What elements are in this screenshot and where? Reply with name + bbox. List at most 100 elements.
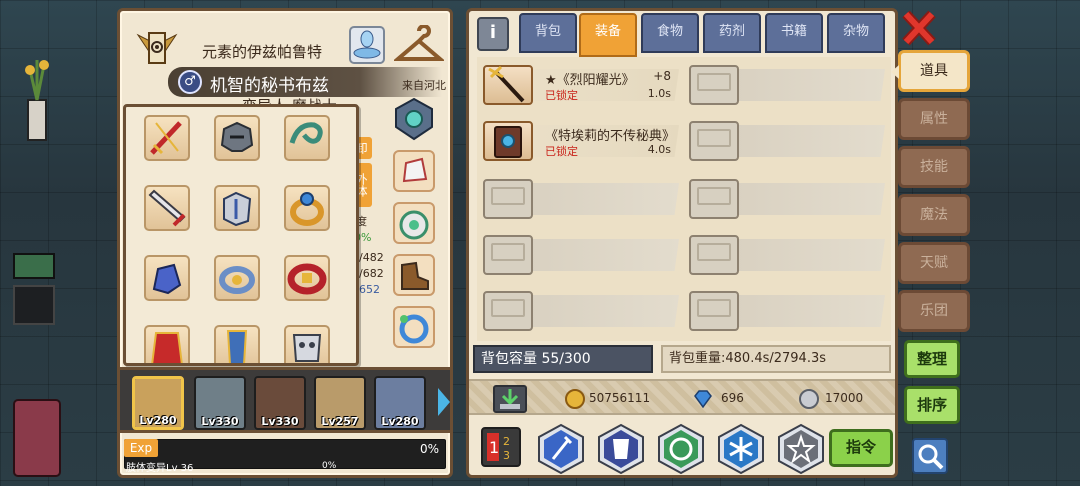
- plant-vase-icon: [25, 60, 49, 141]
- golden-staff-icon: [488, 65, 525, 103]
- equip-slot-weapon[interactable]: [144, 115, 190, 161]
- tab-food[interactable]: 食物: [641, 13, 699, 53]
- silver-coin-icon: [799, 389, 819, 409]
- party-member-1[interactable]: Lv280: [132, 376, 184, 430]
- trophy-icon[interactable]: [344, 25, 390, 65]
- inventory-item[interactable]: ★《烈阳耀光》 +8 已锁定 1.0s: [481, 63, 679, 107]
- side-tab-items[interactable]: 道具: [891, 50, 970, 92]
- tab-books[interactable]: 书籍: [765, 13, 823, 53]
- ice-filter-icon[interactable]: [715, 423, 767, 475]
- equip-slot-ring-1[interactable]: [284, 185, 330, 231]
- equip-slot-charm[interactable]: [284, 325, 330, 363]
- download-icon: [500, 389, 520, 409]
- red-sword-icon: [150, 121, 182, 155]
- party-member-5[interactable]: Lv280: [374, 376, 426, 430]
- party-next-arrow-icon[interactable]: [438, 388, 450, 416]
- inventory-empty-slot[interactable]: [687, 233, 885, 277]
- equip-slot-belt[interactable]: [284, 255, 330, 301]
- sort-number-button[interactable]: 1 2 3: [481, 427, 521, 467]
- equip-slot-gloves[interactable]: [144, 255, 190, 301]
- command-button[interactable]: 指令: [829, 429, 893, 467]
- tab-backpack[interactable]: 背包: [519, 13, 577, 53]
- armor-filter-icon[interactable]: [595, 423, 647, 475]
- side-tab-attributes[interactable]: 属性: [898, 98, 970, 140]
- backpack-capacity: 背包容量 55/300: [473, 345, 653, 373]
- inventory-panel: i 背包 装备 食物 药剂 书籍 杂物 ★《烈阳耀光》 +8 已锁定 1.0s: [466, 8, 898, 478]
- side-tab-skills[interactable]: 技能: [898, 146, 970, 188]
- sort-button[interactable]: 排序: [904, 386, 960, 424]
- currency-row: 50756111 696 17000: [469, 379, 895, 415]
- character-name: 机智的秘书布兹: [210, 76, 329, 96]
- download-button[interactable]: [493, 385, 527, 413]
- party-member-4[interactable]: Lv257: [314, 376, 366, 430]
- equip-slot-helmet[interactable]: [214, 115, 260, 161]
- nature-filter-icon[interactable]: [655, 423, 707, 475]
- tab-equipment[interactable]: 装备: [579, 13, 637, 57]
- character-header: 元素的伊兹帕鲁特: [130, 19, 446, 73]
- star-filter-icon[interactable]: [775, 423, 827, 475]
- tab-potion[interactable]: 药剂: [703, 13, 761, 53]
- gold-coin-icon: [565, 389, 585, 409]
- blue-gauntlet-icon: [152, 263, 182, 295]
- equip-slot-cape[interactable]: [144, 325, 190, 363]
- side-tab-band[interactable]: 乐团: [898, 290, 970, 332]
- skill-line: 肢体变异Lv 36: [126, 463, 194, 474]
- party-member-2[interactable]: Lv330: [194, 376, 246, 430]
- number-sort-icon: 1 2 3: [487, 433, 510, 462]
- party-level-1: Lv280: [139, 414, 177, 427]
- character-title: 元素的伊兹帕鲁特: [202, 43, 323, 61]
- backpack-weight: 背包重量:480.4s/2794.3s: [661, 345, 891, 373]
- inventory-empty-slot[interactable]: [687, 63, 885, 107]
- inventory-list: ★《烈阳耀光》 +8 已锁定 1.0s 《特埃莉的不传秘典》 已锁定 4.0s: [477, 57, 891, 341]
- crystal-shield-icon[interactable]: [392, 97, 436, 141]
- exp-label: Exp: [124, 439, 158, 457]
- winged-emblem-icon: [136, 32, 178, 64]
- exp-percent: 0%: [419, 442, 439, 456]
- greaves-icon: [226, 330, 248, 363]
- tab-misc[interactable]: 杂物: [827, 13, 885, 53]
- info-button[interactable]: i: [477, 17, 509, 51]
- svg-text:3: 3: [503, 449, 510, 462]
- inventory-empty-slot[interactable]: [687, 177, 885, 221]
- party-level-2: Lv330: [201, 415, 239, 428]
- armor-icon: [223, 191, 252, 227]
- silver-ring-icon: [219, 266, 255, 294]
- svg-text:2: 2: [503, 435, 510, 448]
- equip-slot-offhand[interactable]: [144, 185, 190, 231]
- scarf-icon: [289, 122, 323, 144]
- equip-slot-legs[interactable]: [214, 325, 260, 363]
- gold-amount: 50756111: [589, 391, 651, 405]
- party-level-5: Lv280: [381, 415, 419, 428]
- suitcase-icon: [13, 399, 61, 477]
- side-tab-magic[interactable]: 魔法: [898, 194, 970, 236]
- amulet-icon[interactable]: [392, 201, 436, 245]
- gold-ring-icon: [290, 192, 324, 226]
- weapon-filter-icon[interactable]: [535, 423, 587, 475]
- inventory-empty-slot[interactable]: [481, 233, 679, 277]
- cape-icon: [151, 332, 183, 363]
- close-icon[interactable]: [900, 8, 938, 48]
- inventory-item[interactable]: 《特埃莉的不传秘典》 已锁定 4.0s: [481, 119, 679, 163]
- item-weight: 1.0s: [647, 87, 671, 100]
- equip-slot-ring-2[interactable]: [214, 255, 260, 301]
- skill-percent: 0%: [322, 461, 337, 471]
- inventory-empty-slot[interactable]: [687, 119, 885, 163]
- blade-icon: [148, 189, 186, 227]
- hanger-icon[interactable]: [394, 25, 444, 69]
- party-member-3[interactable]: Lv330: [254, 376, 306, 430]
- side-tab-talent[interactable]: 天赋: [898, 242, 970, 284]
- item-name: ★《烈阳耀光》: [545, 73, 635, 88]
- gauntlet-icon[interactable]: [392, 149, 436, 193]
- inventory-empty-slot[interactable]: [481, 289, 679, 333]
- equip-slot-accessory[interactable]: [284, 115, 330, 161]
- inventory-empty-slot[interactable]: [481, 177, 679, 221]
- inventory-empty-slot[interactable]: [687, 289, 885, 333]
- ring-blue-icon[interactable]: [392, 305, 436, 349]
- organize-button[interactable]: 整理: [904, 340, 960, 378]
- boots-icon[interactable]: [392, 253, 436, 297]
- gem-icon: [694, 390, 712, 409]
- equip-slot-armor[interactable]: [214, 185, 260, 231]
- search-button[interactable]: [912, 438, 948, 474]
- item-plus: +8: [653, 69, 671, 83]
- silver-amount: 17000: [825, 391, 864, 405]
